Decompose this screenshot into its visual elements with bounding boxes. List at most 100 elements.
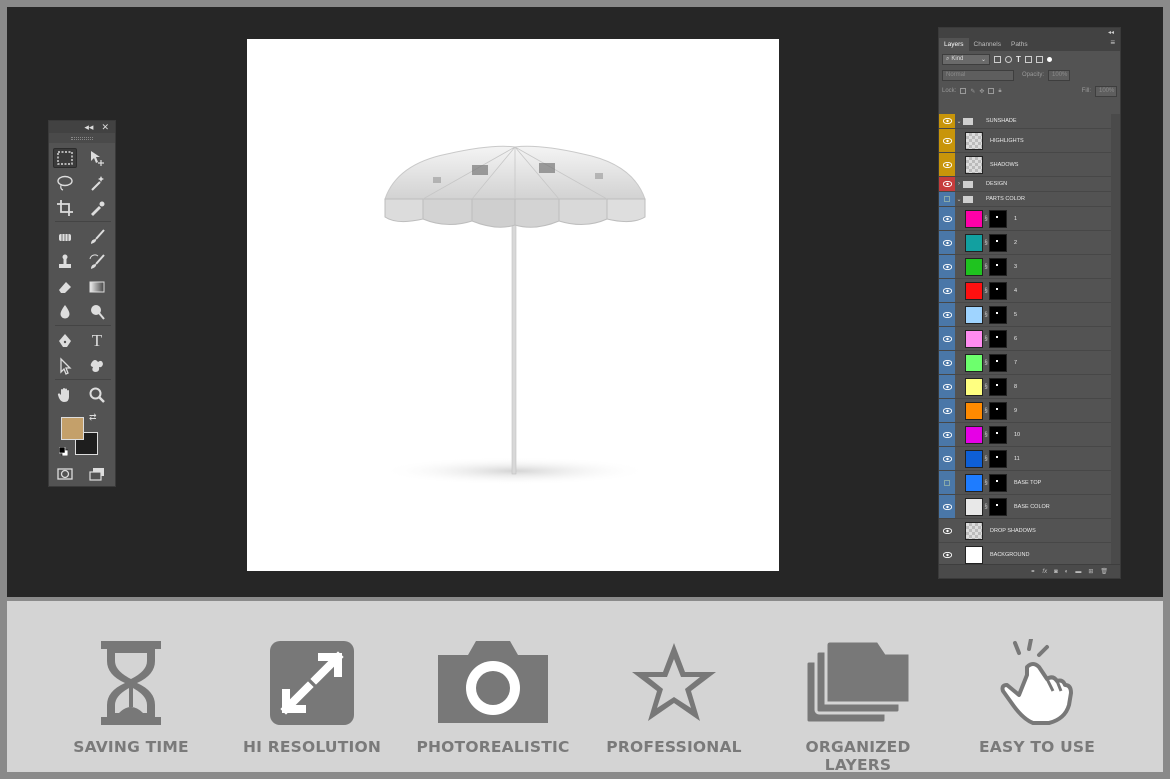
type-tool-icon[interactable]: T <box>85 331 109 351</box>
lock-transparency-icon[interactable] <box>960 88 967 94</box>
mask-icon[interactable]: ◙ <box>1054 569 1058 575</box>
lock-position-icon[interactable]: ✥ <box>979 88 984 95</box>
layer-thumbnail[interactable] <box>965 545 983 564</box>
layer-row[interactable]: § 10 <box>939 423 1111 447</box>
layer-row[interactable]: § 1 <box>939 207 1111 231</box>
trash-icon[interactable]: 🗑︎ <box>1100 568 1108 575</box>
layer-mask-thumbnail[interactable] <box>989 305 1007 324</box>
layer-row[interactable]: § 6 <box>939 327 1111 351</box>
layer-row[interactable]: § 11 <box>939 447 1111 471</box>
layer-thumbnail[interactable] <box>965 425 983 444</box>
layer-thumbnail[interactable] <box>965 305 983 324</box>
eraser-tool-icon[interactable] <box>53 277 77 297</box>
layer-row[interactable]: § 8 <box>939 375 1111 399</box>
collapse-icon[interactable]: ◂◂ <box>84 122 93 133</box>
visibility-eye-icon[interactable] <box>939 423 955 446</box>
layer-mask-thumbnail[interactable] <box>989 233 1007 252</box>
dodge-tool-icon[interactable] <box>85 302 109 322</box>
link-icon[interactable]: ⚭ <box>1030 568 1035 575</box>
layer-row[interactable]: § 7 <box>939 351 1111 375</box>
smart-object-filter-icon[interactable] <box>1035 55 1043 63</box>
type-filter-icon[interactable]: T <box>1016 55 1021 64</box>
adjustment-icon[interactable]: ◐ <box>1065 569 1069 575</box>
new-layer-icon[interactable]: ⊞ <box>1088 568 1093 575</box>
history-brush-icon[interactable] <box>85 252 109 272</box>
layer-group-row[interactable]: ⌄ PARTS COLOR <box>939 192 1111 207</box>
layer-thumbnail[interactable] <box>965 257 983 276</box>
tab-paths[interactable]: Paths <box>1006 38 1033 51</box>
layer-thumbnail[interactable] <box>965 233 983 252</box>
visibility-eye-icon[interactable] <box>939 351 955 374</box>
layer-thumbnail[interactable] <box>965 521 983 540</box>
layer-thumbnail[interactable] <box>965 473 983 492</box>
layer-row[interactable]: § BASE TOP <box>939 471 1111 495</box>
fill-field[interactable]: 100% <box>1095 85 1117 97</box>
visibility-eye-icon[interactable] <box>939 327 955 350</box>
blend-mode-select[interactable]: Normal <box>942 69 1014 81</box>
visibility-eye-icon[interactable] <box>939 447 955 470</box>
layer-row[interactable]: § BASE COLOR <box>939 495 1111 519</box>
filter-kind-select[interactable]: ⌕ Kind ⌄ <box>942 53 990 65</box>
group-toggle-icon[interactable]: ⌄ <box>955 196 963 203</box>
visibility-eye-icon[interactable] <box>939 471 955 494</box>
layer-thumbnail[interactable] <box>965 497 983 516</box>
screen-mode-icon[interactable] <box>85 464 109 484</box>
document-canvas[interactable] <box>247 39 779 571</box>
layer-thumbnail[interactable] <box>965 377 983 396</box>
lasso-tool-icon[interactable] <box>53 173 77 193</box>
layer-thumbnail[interactable] <box>965 155 983 174</box>
default-colors-icon[interactable] <box>58 443 69 457</box>
spot-healing-brush-icon[interactable] <box>53 227 77 247</box>
pen-tool-icon[interactable] <box>53 331 77 351</box>
pixel-filter-icon[interactable] <box>994 55 1001 63</box>
visibility-eye-icon[interactable] <box>939 399 955 422</box>
layer-thumbnail[interactable] <box>965 401 983 420</box>
visibility-eye-icon[interactable] <box>939 192 955 206</box>
layer-mask-thumbnail[interactable] <box>989 449 1007 468</box>
visibility-eye-icon[interactable] <box>939 279 955 302</box>
visibility-eye-icon[interactable] <box>939 519 955 542</box>
swap-colors-icon[interactable]: ⇄ <box>89 412 97 423</box>
layer-row[interactable]: § 3 <box>939 255 1111 279</box>
blur-tool-icon[interactable] <box>53 302 77 322</box>
crop-tool-icon[interactable] <box>53 198 77 218</box>
layer-mask-thumbnail[interactable] <box>989 425 1007 444</box>
layer-row[interactable]: SHADOWS <box>939 153 1111 177</box>
layer-thumbnail[interactable] <box>965 329 983 348</box>
layer-mask-thumbnail[interactable] <box>989 257 1007 276</box>
adjustment-filter-icon[interactable] <box>1005 55 1012 63</box>
rectangular-marquee-tool-icon[interactable] <box>53 148 77 168</box>
layer-thumbnail[interactable] <box>965 209 983 228</box>
layer-mask-thumbnail[interactable] <box>989 329 1007 348</box>
visibility-eye-icon[interactable] <box>939 495 955 518</box>
path-selection-icon[interactable] <box>53 356 77 376</box>
filter-toggle-icon[interactable] <box>1046 56 1052 62</box>
lock-pixels-icon[interactable]: ✎ <box>970 88 975 95</box>
magic-wand-tool-icon[interactable] <box>85 173 109 193</box>
visibility-eye-icon[interactable] <box>939 255 955 278</box>
shape-filter-icon[interactable] <box>1024 55 1032 63</box>
panel-menu-icon[interactable]: ≡ <box>1105 38 1120 51</box>
layer-row[interactable]: DROP SHADOWS <box>939 519 1111 543</box>
gradient-tool-icon[interactable] <box>85 277 109 297</box>
visibility-eye-icon[interactable] <box>939 129 955 152</box>
visibility-eye-icon[interactable] <box>939 153 955 176</box>
layer-thumbnail[interactable] <box>965 353 983 372</box>
tab-channels[interactable]: Channels <box>969 38 1006 51</box>
visibility-eye-icon[interactable] <box>939 543 955 566</box>
close-icon[interactable]: ✕ <box>101 122 109 133</box>
visibility-eye-icon[interactable] <box>939 114 955 128</box>
foreground-color-swatch[interactable] <box>61 417 84 440</box>
layer-row[interactable]: § 5 <box>939 303 1111 327</box>
visibility-eye-icon[interactable] <box>939 231 955 254</box>
layer-mask-thumbnail[interactable] <box>989 473 1007 492</box>
lock-artboard-icon[interactable] <box>988 88 995 94</box>
layer-mask-thumbnail[interactable] <box>989 497 1007 516</box>
group-icon[interactable]: ▬ <box>1075 569 1081 575</box>
visibility-eye-icon[interactable] <box>939 303 955 326</box>
eyedropper-tool-icon[interactable] <box>85 198 109 218</box>
move-tool-icon[interactable] <box>85 148 109 168</box>
opacity-field[interactable]: 100% <box>1048 69 1071 81</box>
visibility-eye-icon[interactable] <box>939 177 955 191</box>
collapse-icon[interactable]: ◂◂ <box>1108 29 1114 36</box>
